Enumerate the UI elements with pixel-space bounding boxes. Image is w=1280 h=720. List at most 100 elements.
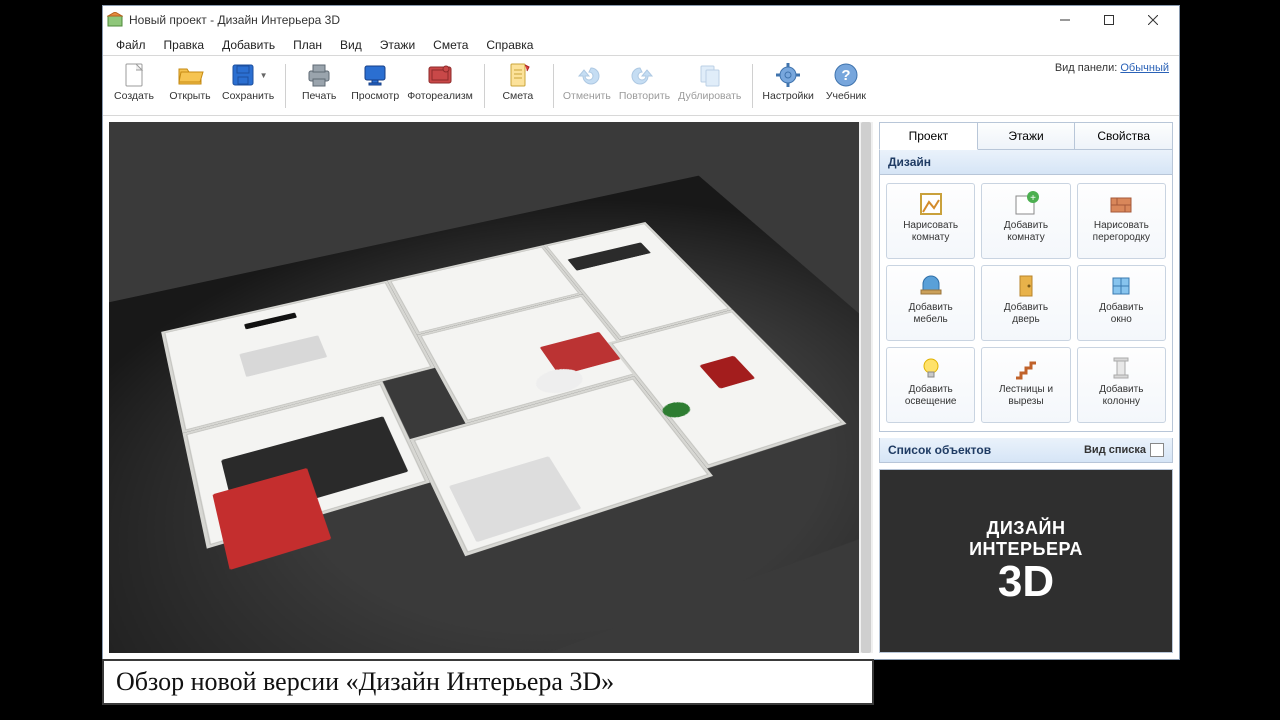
panel-view-switch: Вид панели: Обычный — [1055, 62, 1169, 74]
save-button[interactable]: ▼ Сохранить — [219, 58, 277, 105]
redo-button: Повторить — [616, 58, 673, 105]
tool-card-label: Нарисовать перегородку — [1093, 220, 1150, 243]
tool-card-label: Добавить колонну — [1099, 384, 1143, 407]
help-icon: ? — [832, 61, 860, 89]
app-icon — [107, 12, 123, 28]
duplicate-icon — [696, 61, 724, 89]
save-icon — [229, 61, 257, 89]
objects-header-label: Список объектов — [888, 443, 991, 457]
promo-banner: ДИЗАЙН ИНТЕРЬЕРА 3D — [879, 469, 1173, 653]
maximize-button[interactable] — [1087, 6, 1131, 34]
estimate-icon — [504, 61, 532, 89]
tool-card-label: Добавить мебель — [909, 302, 953, 325]
menubar: ФайлПравкаДобавитьПланВидЭтажиСметаСправ… — [103, 34, 1179, 56]
tab-проект[interactable]: Проект — [879, 122, 978, 150]
video-caption-bar: Обзор новой версии «Дизайн Интерьера 3D» — [102, 659, 874, 705]
add-light-icon — [917, 354, 945, 382]
estimate-button[interactable]: Смета — [491, 58, 545, 105]
photorealism-icon — [426, 61, 454, 89]
list-view-icon — [1150, 443, 1164, 457]
tool-card[interactable]: Добавить дверь — [981, 265, 1070, 341]
add-furniture-icon — [917, 272, 945, 300]
printer-icon — [305, 61, 333, 89]
tool-card[interactable]: Нарисовать комнату — [886, 183, 975, 259]
side-tabs: ПроектЭтажиСвойства — [879, 122, 1173, 150]
panel-view-label: Вид панели: — [1055, 62, 1117, 74]
duplicate-label: Дублировать — [678, 90, 741, 102]
tool-card-label: Добавить комнату — [1004, 220, 1048, 243]
open-button[interactable]: Открыть — [163, 58, 217, 105]
menu-план[interactable]: План — [284, 36, 331, 54]
floorplan-render — [109, 203, 873, 653]
tool-card-label: Лестницы и вырезы — [999, 384, 1053, 407]
list-view-switch[interactable]: Вид списка — [1084, 443, 1164, 457]
menu-справка[interactable]: Справка — [477, 36, 542, 54]
tool-card-label: Нарисовать комнату — [903, 220, 958, 243]
monitor-icon — [361, 61, 389, 89]
chevron-down-icon[interactable]: ▼ — [260, 71, 268, 80]
close-button[interactable] — [1131, 6, 1175, 34]
undo-button: Отменить — [560, 58, 614, 105]
redo-label: Повторить — [619, 90, 670, 102]
duplicate-button: Дублировать — [675, 58, 744, 105]
save-label: Сохранить — [222, 90, 274, 102]
objects-section-header: Список объектов Вид списка — [879, 438, 1173, 463]
toolbar: Создать Открыть ▼ Сохранить Печать Просмотр Фо… — [103, 56, 1179, 116]
tutorial-button[interactable]: ?Учебник — [819, 58, 873, 105]
tool-card[interactable]: Добавить освещение — [886, 347, 975, 423]
create-label: Создать — [114, 90, 154, 102]
tool-card[interactable]: Нарисовать перегородку — [1077, 183, 1166, 259]
tool-card-label: Добавить освещение — [905, 384, 957, 407]
create-button[interactable]: Создать — [107, 58, 161, 105]
print-button[interactable]: Печать — [292, 58, 346, 105]
add-door-icon — [1012, 272, 1040, 300]
promo-line3: 3D — [969, 560, 1083, 604]
open-folder-icon — [176, 61, 204, 89]
tab-свойства[interactable]: Свойства — [1075, 122, 1173, 150]
window-title: Новый проект - Дизайн Интерьера 3D — [129, 13, 1043, 27]
app-window: Новый проект - Дизайн Интерьера 3D ФайлП… — [102, 5, 1180, 660]
panel-view-link[interactable]: Обычный — [1120, 62, 1169, 74]
add-window-icon — [1107, 272, 1135, 300]
draw-room-icon — [917, 190, 945, 218]
estimate-label: Смета — [502, 90, 533, 102]
tutorial-label: Учебник — [826, 90, 866, 102]
tool-card[interactable]: +Добавить комнату — [981, 183, 1070, 259]
menu-файл[interactable]: Файл — [107, 36, 155, 54]
add-room-icon: + — [1012, 190, 1040, 218]
undo-label: Отменить — [563, 90, 611, 102]
undo-icon — [573, 61, 601, 89]
new-file-icon — [120, 61, 148, 89]
tool-card[interactable]: Добавить мебель — [886, 265, 975, 341]
viewport-scrollbar[interactable] — [859, 122, 873, 653]
tool-card[interactable]: Добавить окно — [1077, 265, 1166, 341]
titlebar: Новый проект - Дизайн Интерьера 3D — [103, 6, 1179, 34]
minimize-button[interactable] — [1043, 6, 1087, 34]
menu-добавить[interactable]: Добавить — [213, 36, 284, 54]
add-column-icon — [1107, 354, 1135, 382]
tool-card-label: Добавить дверь — [1004, 302, 1048, 325]
settings-label: Настройки — [762, 90, 814, 102]
photoreal-button[interactable]: Фотореализм — [404, 58, 476, 105]
settings-button[interactable]: Настройки — [759, 58, 817, 105]
preview-label: Просмотр — [351, 90, 399, 102]
menu-смета[interactable]: Смета — [424, 36, 477, 54]
promo-line1: ДИЗАЙН — [969, 518, 1083, 539]
design-section-header: Дизайн — [879, 150, 1173, 175]
open-label: Открыть — [169, 90, 210, 102]
preview-button[interactable]: Просмотр — [348, 58, 402, 105]
tool-card-label: Добавить окно — [1099, 302, 1143, 325]
side-panel: ПроектЭтажиСвойства Дизайн Нарисовать ко… — [877, 116, 1179, 659]
menu-правка[interactable]: Правка — [155, 36, 214, 54]
redo-icon — [630, 61, 658, 89]
menu-этажи[interactable]: Этажи — [371, 36, 424, 54]
viewport-3d[interactable] — [109, 122, 873, 653]
tool-card[interactable]: Лестницы и вырезы — [981, 347, 1070, 423]
draw-wall-icon — [1107, 190, 1135, 218]
gear-icon — [774, 61, 802, 89]
menu-вид[interactable]: Вид — [331, 36, 371, 54]
stairs-icon — [1012, 354, 1040, 382]
print-label: Печать — [302, 90, 336, 102]
tab-этажи[interactable]: Этажи — [978, 122, 1076, 150]
tool-card[interactable]: Добавить колонну — [1077, 347, 1166, 423]
